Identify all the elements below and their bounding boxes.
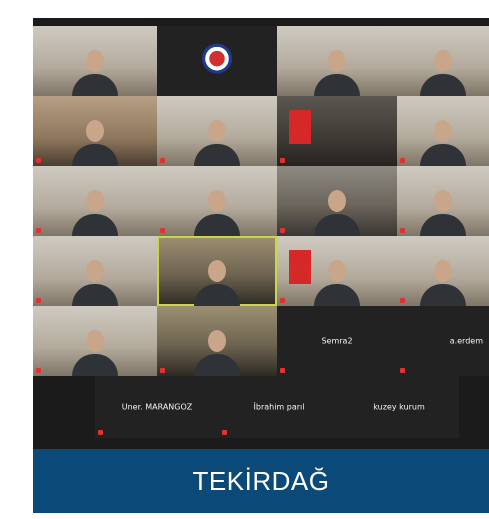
participant-video bbox=[194, 188, 240, 236]
muted-microphone-icon bbox=[160, 368, 165, 373]
muted-microphone-icon bbox=[280, 298, 285, 303]
participant-video bbox=[72, 328, 118, 376]
participant-tile[interactable] bbox=[397, 96, 489, 166]
organization-logo-icon bbox=[202, 43, 232, 74]
participant-name: Semra2 bbox=[321, 336, 353, 346]
participant-tile[interactable] bbox=[33, 166, 157, 236]
muted-microphone-icon bbox=[400, 228, 405, 233]
participant-name: kuzey kurum bbox=[373, 402, 425, 412]
participant-tile[interactable]: İbrahim parıl bbox=[219, 376, 339, 438]
participant-tile[interactable] bbox=[33, 96, 157, 166]
muted-microphone-icon bbox=[280, 158, 285, 163]
participant-name: a.erdem bbox=[449, 336, 483, 346]
participant-video bbox=[314, 188, 360, 236]
participant-video bbox=[72, 258, 118, 306]
muted-microphone-icon bbox=[160, 158, 165, 163]
participant-tile[interactable]: kuzey kurum bbox=[339, 376, 459, 438]
muted-microphone-icon bbox=[222, 430, 227, 435]
participant-tile[interactable] bbox=[397, 26, 489, 96]
flag bbox=[289, 250, 311, 284]
participant-video bbox=[72, 118, 118, 166]
participant-tile[interactable] bbox=[277, 96, 397, 166]
participant-tile[interactable] bbox=[397, 166, 489, 236]
city-caption-banner: TEKİRDAĞ bbox=[33, 449, 489, 513]
participant-tile[interactable] bbox=[157, 26, 277, 96]
muted-microphone-icon bbox=[36, 368, 41, 373]
participant-tile[interactable] bbox=[33, 236, 157, 306]
muted-microphone-icon bbox=[36, 298, 41, 303]
participant-name: Uner. MARANGOZ bbox=[121, 402, 193, 412]
participant-tile[interactable] bbox=[157, 166, 277, 236]
participant-tile[interactable]: Semra2 bbox=[277, 306, 397, 376]
participant-video bbox=[420, 48, 466, 96]
participant-video bbox=[420, 188, 466, 236]
participant-tile[interactable] bbox=[33, 306, 157, 376]
muted-microphone-icon bbox=[280, 368, 285, 373]
muted-microphone-icon bbox=[36, 228, 41, 233]
participant-name: İbrahim parıl bbox=[253, 402, 305, 412]
participant-tile[interactable]: a.erdem bbox=[397, 306, 489, 376]
muted-microphone-icon bbox=[36, 158, 41, 163]
participant-video bbox=[72, 188, 118, 236]
participant-video bbox=[72, 48, 118, 96]
participant-video bbox=[420, 258, 466, 306]
participant-tile[interactable] bbox=[397, 236, 489, 306]
participant-tile[interactable] bbox=[33, 26, 157, 96]
muted-microphone-icon bbox=[98, 430, 103, 435]
active-speaker-tile[interactable] bbox=[157, 236, 277, 306]
muted-microphone-icon bbox=[160, 228, 165, 233]
video-conference-grid: Semra2 a.erdem Uner. MARANGOZ İbrahim pa… bbox=[33, 18, 489, 449]
participant-tile[interactable]: Uner. MARANGOZ bbox=[95, 376, 219, 438]
participant-video bbox=[314, 48, 360, 96]
muted-microphone-icon bbox=[400, 158, 405, 163]
participant-tile[interactable] bbox=[157, 96, 277, 166]
participant-video bbox=[194, 118, 240, 166]
muted-microphone-icon bbox=[400, 368, 405, 373]
participant-tile[interactable] bbox=[277, 26, 397, 96]
participant-tile[interactable] bbox=[277, 236, 397, 306]
participant-video bbox=[420, 118, 466, 166]
muted-microphone-icon bbox=[400, 298, 405, 303]
participant-tile[interactable] bbox=[157, 306, 277, 376]
participant-video bbox=[194, 328, 240, 376]
flag bbox=[289, 110, 311, 144]
city-caption: TEKİRDAĞ bbox=[192, 465, 330, 496]
participant-tile[interactable] bbox=[277, 166, 397, 236]
muted-microphone-icon bbox=[280, 228, 285, 233]
participant-video bbox=[194, 258, 240, 306]
participant-video bbox=[314, 258, 360, 306]
